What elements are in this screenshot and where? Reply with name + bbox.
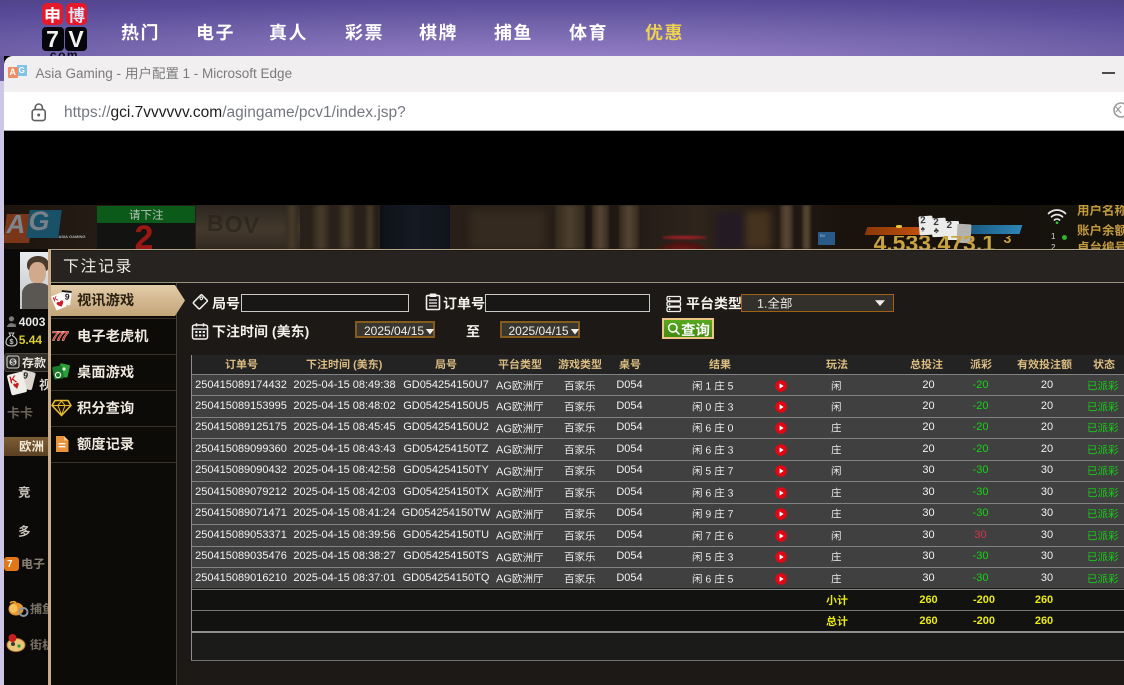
svg-text:777: 777: [52, 329, 69, 344]
svg-text:$: $: [11, 360, 15, 367]
svg-text:$: $: [9, 337, 14, 346]
svg-text:*: *: [14, 324, 17, 328]
